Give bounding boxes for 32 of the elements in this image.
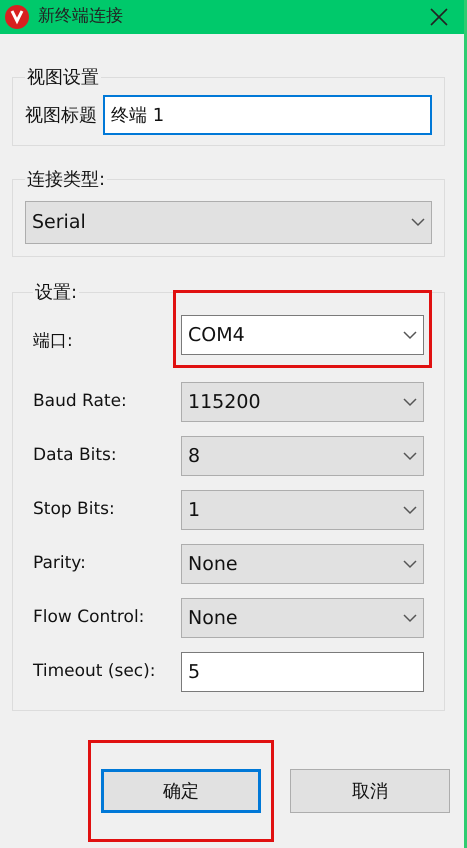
dialog-button[interactable]: 确定: [101, 769, 261, 813]
chevron-down-icon: [403, 330, 417, 340]
group-legend: 设置:: [33, 279, 80, 306]
dropdown[interactable]: 8: [181, 436, 424, 476]
dropdown[interactable]: None: [181, 544, 424, 584]
dropdown[interactable]: None: [181, 598, 424, 638]
chevron-down-icon: [403, 560, 417, 568]
field-label: Timeout (sec):: [33, 660, 157, 684]
field-label: 端口:: [33, 330, 74, 354]
field-label: Data Bits:: [33, 444, 118, 468]
chevron-down-icon: [403, 506, 417, 514]
dialog-button[interactable]: 取消: [290, 769, 450, 813]
dropdown[interactable]: 115200: [181, 382, 424, 422]
window-title: 新终端连接: [38, 5, 123, 28]
dropdown[interactable]: 1: [181, 490, 424, 530]
group-legend: 连接类型:: [25, 166, 108, 193]
close-icon[interactable]: [430, 8, 448, 26]
group-legend: 视图设置: [25, 64, 101, 91]
field-label: Stop Bits:: [33, 498, 116, 522]
title-input[interactable]: 终端 1: [103, 95, 432, 135]
field-label: Parity:: [33, 552, 87, 576]
field-label: Flow Control:: [33, 606, 146, 630]
chevron-down-icon: [403, 398, 417, 406]
field-label: Baud Rate:: [33, 390, 128, 414]
chevron-down-icon: [403, 614, 417, 622]
app-icon: [4, 4, 30, 30]
dropdown[interactable]: COM4: [181, 315, 424, 355]
chevron-down-icon: [403, 452, 417, 460]
chevron-down-icon: [411, 218, 425, 227]
connection-type-dropdown[interactable]: Serial: [25, 201, 432, 244]
field-label: 视图标题: [25, 104, 97, 128]
input-field[interactable]: 5: [181, 652, 424, 692]
